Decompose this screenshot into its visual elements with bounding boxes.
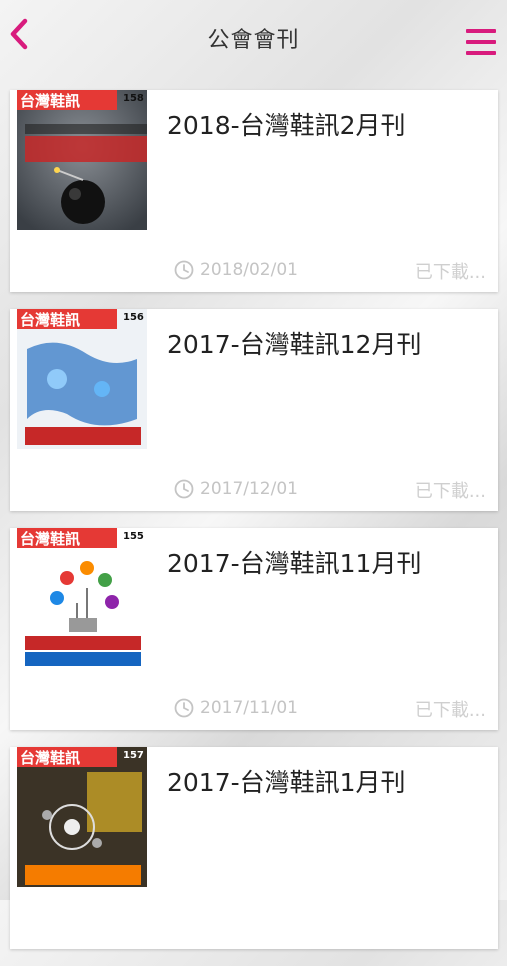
issue-list: 台灣鞋訊 158 2018-台灣鞋訊2月刊 2018/02/01 已下載... … [10,90,498,966]
magazine-cover-thumbnail[interactable]: 台灣鞋訊 157 [17,747,147,887]
svg-text:台灣鞋訊: 台灣鞋訊 [20,530,80,548]
menu-button[interactable] [465,26,497,58]
issue-title: 2018-台灣鞋訊2月刊 [167,111,406,140]
issue-title: 2017-台灣鞋訊11月刊 [167,549,422,578]
magazine-cover-thumbnail[interactable]: 台灣鞋訊 155 [17,528,147,668]
svg-text:台灣鞋訊: 台灣鞋訊 [20,311,80,329]
download-status: 已下載... [414,481,486,502]
issue-title: 2017-台灣鞋訊12月刊 [167,330,422,359]
page-title: 公會會刊 [207,28,300,53]
issue-meta: 2017/12/01 [174,479,298,499]
issue-card[interactable]: 台灣鞋訊 156 2017-台灣鞋訊12月刊 2017/12/01 已下載... [10,309,498,511]
issue-title: 2017-台灣鞋訊1月刊 [167,768,406,797]
magazine-cover-thumbnail[interactable]: 台灣鞋訊 156 [17,309,147,449]
download-status: 已下載... [414,700,486,721]
clock-icon [174,479,194,499]
clock-icon [174,260,194,280]
issue-card[interactable]: 台灣鞋訊 157 2017-台灣鞋訊1月刊 [10,747,498,949]
issue-card[interactable]: 台灣鞋訊 158 2018-台灣鞋訊2月刊 2018/02/01 已下載... [10,90,498,292]
issue-date: 2017/11/01 [200,698,298,718]
hamburger-menu-icon [466,29,496,55]
download-status: 已下載... [414,262,486,283]
issue-meta: 2017/11/01 [174,698,298,718]
svg-text:台灣鞋訊: 台灣鞋訊 [20,749,80,767]
magazine-cover-thumbnail[interactable]: 台灣鞋訊 158 [17,90,147,230]
issue-date: 2018/02/01 [200,260,298,280]
svg-text:157: 157 [123,750,144,761]
svg-text:155: 155 [123,531,144,542]
issue-date: 2017/12/01 [200,479,298,499]
svg-text:156: 156 [123,312,144,323]
issue-card[interactable]: 台灣鞋訊 155 2017-台灣鞋訊11月刊 2017/11/01 已下載... [10,528,498,730]
svg-text:158: 158 [123,93,144,104]
svg-text:台灣鞋訊: 台灣鞋訊 [20,92,80,110]
clock-icon [174,698,194,718]
issue-meta: 2018/02/01 [174,260,298,280]
app-header: 公會會刊 [0,0,507,80]
